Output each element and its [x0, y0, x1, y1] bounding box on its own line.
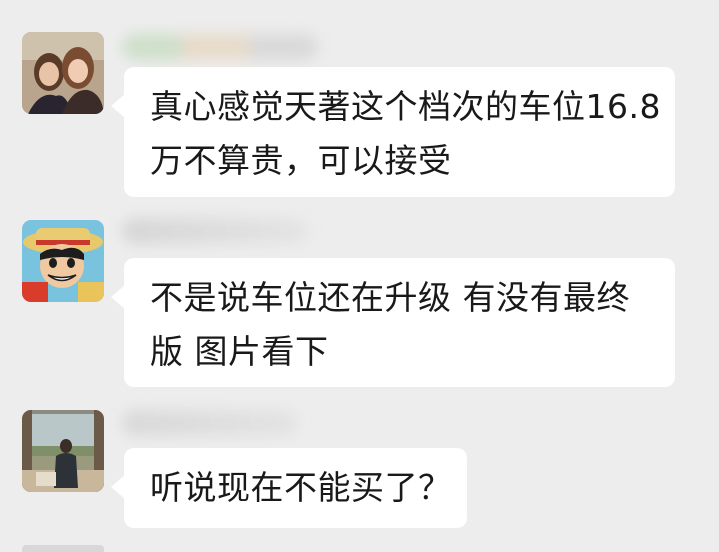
- sender-name-blurred: [122, 218, 308, 244]
- sender-name-blurred: [122, 410, 298, 436]
- message-text-line: 不是说车位还在升级 有没有最终: [150, 278, 630, 317]
- message-bubble[interactable]: 真心感觉天著这个档次的车位16.8 万不算贵，可以接受: [111, 67, 675, 197]
- two-women-photo-avatar-icon[interactable]: [22, 32, 104, 114]
- sender-name-blurred: [122, 34, 318, 60]
- message-text-line: 真心感觉天著这个档次的车位16.8: [150, 87, 661, 126]
- message-text-line: 版 图片看下: [150, 332, 329, 371]
- next-avatar-partial: [22, 545, 104, 552]
- message-text-line: 万不算贵，可以接受: [150, 141, 452, 180]
- message-bubble[interactable]: 不是说车位还在升级 有没有最终 版 图片看下: [111, 258, 675, 387]
- message-text-line: 听说现在不能买了？: [150, 468, 452, 507]
- message-bubble[interactable]: 听说现在不能买了？: [111, 448, 467, 528]
- anime-pirate-avatar-icon[interactable]: [22, 220, 104, 302]
- man-by-window-avatar-icon[interactable]: [22, 410, 104, 492]
